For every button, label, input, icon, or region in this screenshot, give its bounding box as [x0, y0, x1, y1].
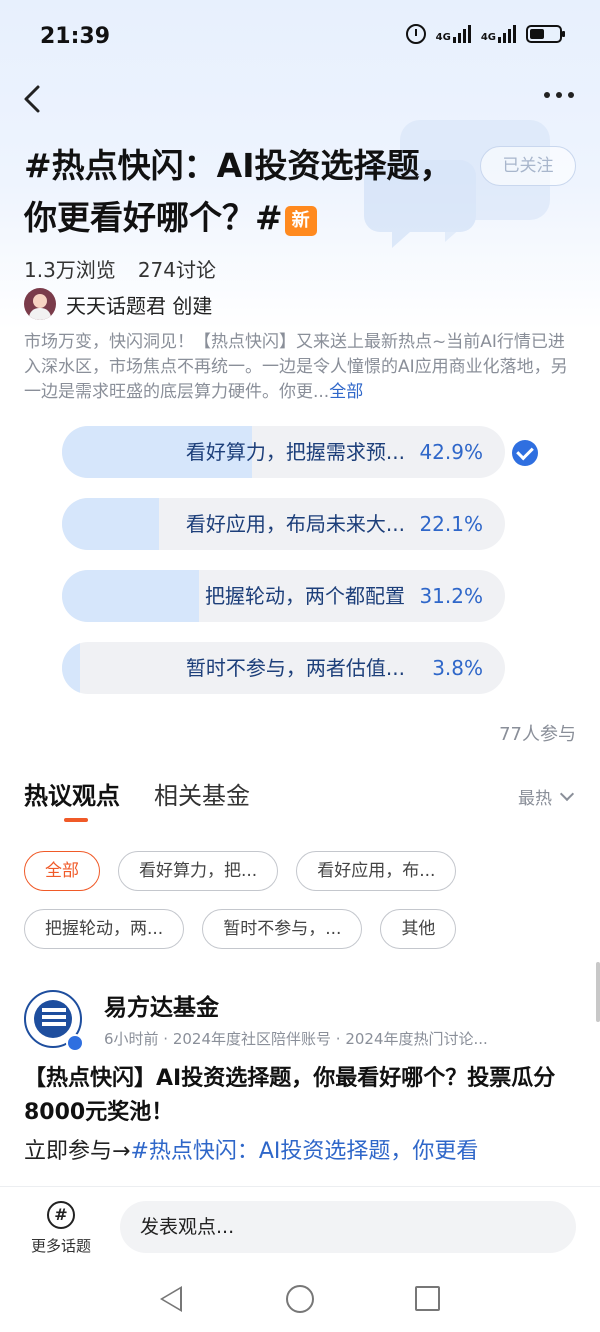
- sort-dropdown[interactable]: 最热: [518, 784, 575, 809]
- more-options-icon[interactable]: [544, 92, 574, 98]
- signal-icon: 4G: [436, 25, 471, 43]
- status-time: 21:39: [40, 24, 111, 49]
- more-topics-label: 更多话题: [30, 1237, 91, 1255]
- battery-icon: [526, 25, 565, 43]
- selected-check-icon: [512, 440, 538, 466]
- filter-chip-all[interactable]: 全部: [24, 851, 100, 891]
- poll-option-label: 暂时不参与，两者估值...: [185, 656, 405, 680]
- filter-chip[interactable]: 看好算力，把...: [118, 851, 279, 891]
- poll-option-percent: 22.1%: [419, 512, 483, 536]
- poll-option-percent: 42.9%: [419, 440, 483, 464]
- poll: 看好算力，把握需求预... 42.9% 看好应用，布局未来大... 22.1% …: [62, 426, 542, 714]
- creator-name: 天天话题君 创建: [66, 293, 213, 318]
- tab-hot-views[interactable]: 热议观点: [24, 776, 120, 822]
- filter-chip[interactable]: 暂时不参与，...: [202, 909, 363, 949]
- filter-chip[interactable]: 看好应用，布...: [296, 851, 457, 891]
- topic-link[interactable]: #热点快闪：AI投资选择题，你更看: [130, 1139, 478, 1164]
- status-bar: 21:39 4G 4G: [0, 0, 600, 74]
- alarm-icon: [405, 24, 426, 44]
- avatar: [24, 288, 56, 320]
- poll-option-bar: [62, 570, 200, 622]
- back-icon[interactable]: [18, 82, 48, 116]
- expand-all-link[interactable]: 全部: [329, 382, 363, 402]
- discussion-count: 274讨论: [137, 258, 216, 282]
- status-icons: 4G 4G: [405, 24, 565, 44]
- author-avatar[interactable]: [24, 990, 84, 1052]
- signal-icon-2: 4G: [481, 25, 516, 43]
- poll-option-percent: 31.2%: [419, 584, 483, 608]
- system-navbar: [0, 1266, 600, 1332]
- poll-option[interactable]: 看好算力，把握需求预... 42.9%: [62, 426, 505, 478]
- poll-option-bar: [62, 642, 80, 694]
- bottom-bar: # 更多话题 发表观点...: [0, 1186, 600, 1266]
- chevron-down-icon: [559, 786, 575, 801]
- poll-option-label: 看好应用，布局未来大...: [185, 512, 405, 536]
- content-tabs: 热议观点 相关基金: [24, 776, 250, 822]
- verified-icon: [66, 1034, 84, 1052]
- topic-title-block: #热点快闪：AI投资选择题，你更看好哪个？# 新: [24, 140, 464, 244]
- poll-option-label: 看好算力，把握需求预...: [185, 440, 405, 464]
- post-body: 立即参与→#热点快闪：AI投资选择题，你更看: [24, 1139, 479, 1164]
- poll-option-bar: [62, 498, 160, 550]
- hashtag-icon: #: [47, 1201, 75, 1229]
- post-meta: 6小时前 · 2024年度社区陪伴账号 · 2024年度热门讨论...: [104, 1030, 488, 1048]
- scrollbar: [596, 962, 600, 1022]
- filter-chip[interactable]: 把握轮动，两...: [24, 909, 185, 949]
- nav-recent-icon[interactable]: [415, 1286, 440, 1311]
- tab-related-funds[interactable]: 相关基金: [154, 776, 250, 811]
- filter-chips: 全部 看好算力，把... 看好应用，布... 把握轮动，两... 暂时不参与，.…: [24, 851, 584, 967]
- views-count: 1.3万浏览: [24, 258, 116, 282]
- sort-label: 最热: [518, 789, 552, 809]
- filter-chip-other[interactable]: 其他: [380, 909, 457, 949]
- more-topics-button[interactable]: # 更多话题: [24, 1201, 98, 1256]
- participants-count: 77人参与: [499, 724, 576, 745]
- topic-stats: 1.3万浏览 274讨论: [24, 254, 216, 283]
- follow-button[interactable]: 已关注: [480, 146, 576, 186]
- topic-title: #热点快闪：AI投资选择题，你更看好哪个？#: [24, 146, 453, 237]
- poll-option-percent: 3.8%: [432, 656, 483, 680]
- post-title: 【热点快闪】AI投资选择题，你最看好哪个？投票瓜分8000元奖池！: [24, 1066, 556, 1125]
- poll-option[interactable]: 暂时不参与，两者估值... 3.8%: [62, 642, 505, 694]
- creator[interactable]: 天天话题君 创建: [24, 288, 212, 320]
- poll-option[interactable]: 把握轮动，两个都配置 31.2%: [62, 570, 505, 622]
- nav-home-icon[interactable]: [286, 1285, 314, 1313]
- new-badge: 新: [284, 205, 317, 236]
- post-author[interactable]: 易方达基金: [104, 988, 219, 1022]
- poll-option[interactable]: 看好应用，布局未来大... 22.1%: [62, 498, 505, 550]
- topic-description: 市场万变，快闪洞见！【热点快闪】又来送上最新热点~当前AI行情已进入深水区，市场…: [24, 332, 568, 402]
- comment-input[interactable]: 发表观点...: [120, 1201, 576, 1253]
- poll-option-label: 把握轮动，两个都配置: [205, 584, 405, 608]
